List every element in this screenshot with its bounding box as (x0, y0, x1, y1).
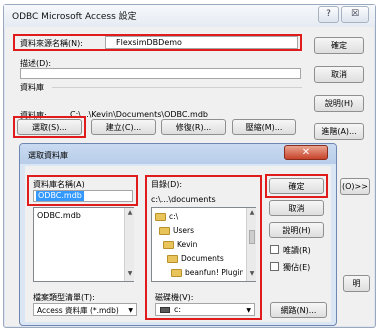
drive-icon (160, 307, 170, 313)
drive-label: 磁碟機(V): (155, 293, 194, 302)
folder-open-icon (159, 227, 170, 235)
scroll-down-icon[interactable]: ▼ (125, 270, 135, 277)
folder-icon (171, 269, 182, 277)
database-group-label: 資料庫 (20, 83, 44, 92)
close-icon[interactable]: ☒ (341, 6, 369, 23)
tree-item-kevin[interactable]: Kevin (163, 240, 197, 249)
file-type-label: 檔案類型清單(T): (33, 293, 95, 302)
drive-select[interactable]: c: ▼ (155, 303, 255, 316)
options-button[interactable]: (O)>> (340, 178, 370, 195)
directory-scrollbar[interactable]: ▲ ▼ (246, 208, 256, 281)
folder-open-icon (167, 255, 178, 263)
chevron-down-icon: ▼ (128, 307, 133, 314)
select-database-button[interactable]: 選取(S)... (17, 119, 82, 135)
dialog-cancel-button[interactable]: 取消 (269, 200, 324, 216)
drive-value: c: (174, 305, 182, 314)
dsn-input[interactable]: FlexsimDBDemo (105, 36, 298, 49)
exclusive-checkbox[interactable] (270, 262, 279, 271)
directory-label: 目錄(D): (151, 180, 183, 189)
dialog-help-button[interactable]: 說明(H) (269, 222, 324, 238)
dialog-ok-button[interactable]: 確定 (269, 178, 324, 194)
dialog-title: 選取資料庫 (28, 151, 68, 160)
scroll-thumb[interactable] (249, 230, 255, 244)
window-title: ODBC Microsoft Access 設定 (12, 12, 137, 22)
description-input[interactable] (20, 68, 301, 79)
scroll-down-icon[interactable]: ▼ (247, 270, 257, 277)
list-item[interactable]: ODBC.mdb (37, 211, 81, 220)
ok-button[interactable]: 確定 (314, 37, 364, 54)
tree-item-plugin[interactable]: beanfun! Plugin (171, 268, 243, 277)
readonly-checkbox[interactable] (270, 245, 279, 254)
compact-database-button[interactable]: 壓縮(M)... (232, 119, 296, 135)
dsn-label: 資料來源名稱(N): (20, 39, 83, 48)
group-divider (52, 87, 302, 88)
scroll-up-icon[interactable]: ▲ (125, 209, 135, 216)
folder-open-icon (163, 241, 174, 249)
exclusive-label: 獨佔(E) (283, 263, 311, 272)
db-name-input[interactable]: ODBC.mdb (33, 190, 133, 202)
create-database-button[interactable]: 建立(C)... (91, 119, 156, 135)
scroll-up-icon[interactable]: ▲ (247, 209, 257, 216)
help-button[interactable]: 說明(H) (314, 95, 364, 112)
directory-tree[interactable]: c:\ Users Kevin Documents beanfun! Plugi… (151, 207, 256, 282)
folder-open-icon (155, 213, 166, 221)
help-icon[interactable]: ? (318, 6, 339, 23)
readonly-label: 唯讀(R) (283, 246, 311, 255)
database-path-value: C:\...\Kevin\Documents\ODBC.mdb (70, 110, 208, 119)
dialog-close-icon[interactable]: ✕ (284, 145, 328, 160)
tree-item-users[interactable]: Users (159, 226, 194, 235)
file-list-scrollbar[interactable]: ▲ ▼ (124, 208, 134, 281)
repair-database-button[interactable]: 修復(R)... (161, 119, 226, 135)
db-name-value: ODBC.mdb (36, 191, 84, 201)
network-button[interactable]: 網路(N)... (270, 302, 327, 318)
db-name-label: 資料庫名稱(A) (33, 180, 85, 189)
tree-item-documents[interactable]: Documents (167, 254, 224, 263)
cancel-button[interactable]: 取消 (314, 66, 364, 83)
tree-item-root[interactable]: c:\ (155, 212, 178, 221)
file-type-value: Access 資料庫 (*.mdb) (37, 306, 119, 315)
directory-value: c:\...\documents (151, 195, 216, 204)
advanced-button[interactable]: 進階(A)... (314, 123, 364, 140)
chevron-down-icon: ▼ (246, 307, 251, 314)
partially-hidden-button[interactable]: 明 (343, 275, 370, 292)
file-type-select[interactable]: Access 資料庫 (*.mdb) ▼ (33, 303, 137, 316)
dsn-value: FlexsimDBDemo (116, 38, 182, 47)
file-list[interactable]: ODBC.mdb ▲ ▼ (33, 207, 134, 282)
